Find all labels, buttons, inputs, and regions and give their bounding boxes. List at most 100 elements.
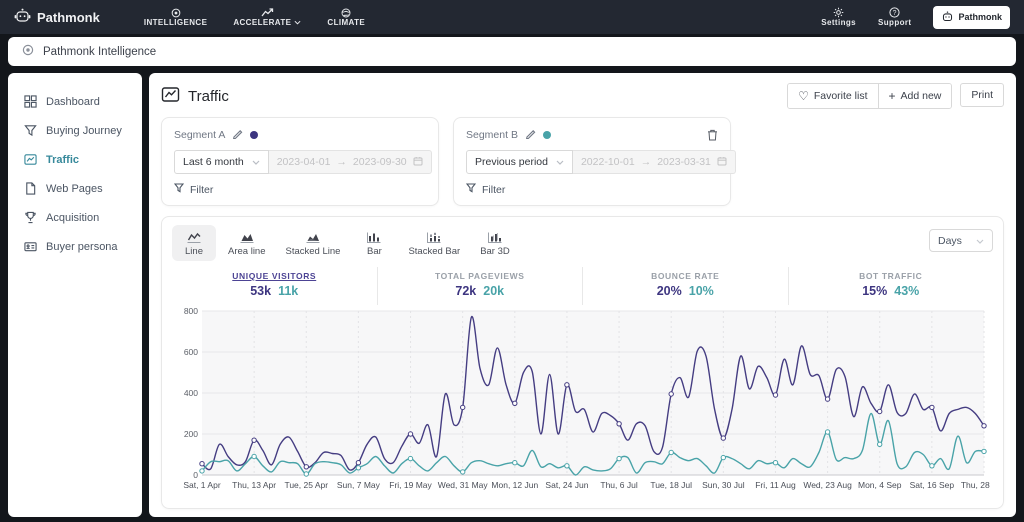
account-label: Pathmonk (958, 12, 1002, 22)
utility-label: Support (878, 18, 912, 27)
sidebar-item-traffic[interactable]: Traffic (8, 145, 142, 174)
delete-segment-icon[interactable] (707, 129, 718, 141)
segment-b-filter[interactable]: Filter (465, 183, 718, 196)
intelligence-icon (171, 7, 181, 18)
stacked-bar-type-icon (426, 231, 442, 244)
climate-icon (341, 7, 351, 18)
chart-type-stacked-bar[interactable]: Stacked Bar (400, 225, 468, 261)
segment-b-name: Segment B (466, 128, 518, 141)
support-button[interactable]: ? Support (878, 7, 911, 27)
app-root: Pathmonk INTELLIGENCE ACCELERATE CLIMATE … (0, 0, 1024, 517)
stat-total-pageviews[interactable]: TOTAL PAGEVIEWS 72k 20k (376, 267, 583, 305)
chart-type-label: Area line (228, 246, 266, 257)
sidebar-item-label: Dashboard (46, 95, 100, 108)
segment-b-header: Segment B (466, 127, 718, 142)
nav-item-accelerate[interactable]: ACCELERATE (233, 7, 301, 27)
segment-b-date-range[interactable]: 2022-10-01 → 2023-03-31 (572, 150, 736, 174)
sidebar-item-acquisition[interactable]: Acquisition (8, 203, 142, 232)
stat-bounce-rate[interactable]: BOUNCE RATE 20% 10% (582, 267, 788, 305)
document-icon (24, 182, 37, 195)
sidebar-item-dashboard[interactable]: Dashboard (8, 87, 142, 116)
stacked-line-type-icon (305, 231, 321, 244)
chevron-down-icon (556, 156, 564, 168)
segments-row: Segment A Last 6 month 2023-04-01 → 2023… (161, 117, 1004, 206)
stat-label: BOUNCE RATE (651, 271, 720, 281)
traffic-chart-icon (161, 85, 180, 108)
chart-type-label: Bar (367, 246, 382, 257)
stat-value-segment-b: 11k (278, 284, 299, 298)
edit-pencil-icon[interactable] (525, 128, 536, 142)
calendar-icon (717, 156, 727, 169)
chart-type-label: Bar 3D (480, 246, 510, 257)
chart-type-label: Stacked Bar (408, 246, 461, 257)
add-new-button[interactable]: + Add new (877, 84, 952, 108)
nav-label: CLIMATE (327, 18, 366, 27)
stat-value-segment-b: 20k (483, 284, 505, 298)
segment-b-color-dot (542, 130, 551, 139)
arrow-right-icon: → (640, 156, 652, 168)
pathmonk-account-button[interactable]: Pathmonk (933, 5, 1010, 29)
sidebar-item-buyer-persona[interactable]: Buyer persona (8, 232, 142, 261)
print-button[interactable]: Print (960, 83, 1004, 107)
chart-type-bar-3d[interactable]: Bar 3D (472, 225, 518, 261)
stat-value-segment-a: 53k (250, 284, 272, 298)
sidebar-item-buying-journey[interactable]: Buying Journey (8, 116, 142, 145)
svg-text:Sun, 7 May: Sun, 7 May (337, 480, 381, 490)
chart-type-stacked-line[interactable]: Stacked Line (278, 225, 349, 261)
filter-funnel-icon (173, 183, 185, 196)
breadcrumb[interactable]: Pathmonk Intelligence (8, 37, 1016, 66)
sidebar-item-label: Acquisition (46, 211, 100, 224)
svg-text:Mon, 12 Jun: Mon, 12 Jun (491, 480, 538, 490)
line-chart-icon (24, 153, 37, 166)
trophy-icon (24, 211, 37, 224)
chart-type-selector: Line Area line Stacked Line Bar Stacked Bar B… (172, 225, 518, 261)
kpi-stats-row: UNIQUE VISITORS 53k 11k TOTAL PAGEVIEWS 72k 2… (172, 267, 993, 305)
settings-button[interactable]: Settings (821, 7, 856, 27)
gear-icon (833, 7, 844, 18)
brand-name: Pathmonk (37, 9, 100, 25)
page-actions: ♡ Favorite list + Add new Print (787, 83, 1004, 109)
utility-label: Settings (821, 18, 857, 27)
granularity-select[interactable]: Days (929, 229, 993, 252)
sidebar-item-label: Buyer persona (46, 240, 118, 253)
topbar-utilities: Settings? Support Pathmonk (821, 5, 1010, 29)
svg-text:Fri, 19 May: Fri, 19 May (389, 480, 432, 490)
area-type-icon (239, 231, 255, 244)
segment-b-period-select[interactable]: Previous period (466, 150, 573, 174)
stat-bot-traffic[interactable]: BOT TRAFFIC 15% 43% (787, 267, 994, 305)
svg-text:?: ? (893, 10, 897, 17)
chart-type-bar[interactable]: Bar (352, 225, 396, 261)
content-row: Dashboard Buying Journey Traffic Web Pages A… (8, 73, 1016, 517)
sidebar-item-label: Buying Journey (46, 124, 122, 137)
funnel-icon (24, 124, 37, 137)
edit-pencil-icon[interactable] (232, 128, 243, 142)
chevron-down-icon (976, 235, 984, 247)
breadcrumb-label: Pathmonk Intelligence (43, 45, 157, 58)
dashboard-icon (24, 95, 37, 108)
robot-icon (941, 10, 954, 24)
chart-type-line[interactable]: Line (172, 225, 216, 261)
favorite-list-button[interactable]: ♡ Favorite list (788, 84, 878, 108)
bar3d-type-icon (487, 231, 503, 244)
svg-text:Sat, 1 Apr: Sat, 1 Apr (183, 480, 220, 490)
segment-a-card: Segment A Last 6 month 2023-04-01 → 2023… (161, 117, 439, 206)
chart-type-label: Stacked Line (285, 246, 341, 257)
intelligence-badge-icon (22, 44, 34, 59)
nav-label: ACCELERATE (233, 18, 301, 27)
segment-a-filter[interactable]: Filter (173, 183, 426, 196)
sidebar-item-web-pages[interactable]: Web Pages (8, 174, 142, 203)
segment-a-period-select[interactable]: Last 6 month (174, 150, 269, 174)
question-icon: ? (889, 7, 900, 18)
sidebar-item-label: Web Pages (46, 182, 103, 195)
svg-text:Sat, 24 Jun: Sat, 24 Jun (545, 480, 588, 490)
stat-value-segment-a: 72k (455, 284, 477, 298)
page-title: Traffic (161, 85, 229, 108)
segment-b-card: Segment B Previous period 2022-10-01 → 2… (453, 117, 736, 206)
stat-unique-visitors[interactable]: UNIQUE VISITORS 53k 11k (172, 267, 377, 305)
nav-item-intelligence[interactable]: INTELLIGENCE (144, 7, 207, 27)
pathmonk-logo[interactable]: Pathmonk (14, 8, 100, 26)
nav-item-climate[interactable]: CLIMATE (327, 7, 365, 27)
favorite-addnew-group: ♡ Favorite list + Add new (787, 83, 953, 109)
segment-a-date-range[interactable]: 2023-04-01 → 2023-09-30 (268, 150, 432, 174)
chart-type-area-line[interactable]: Area line (220, 225, 274, 261)
